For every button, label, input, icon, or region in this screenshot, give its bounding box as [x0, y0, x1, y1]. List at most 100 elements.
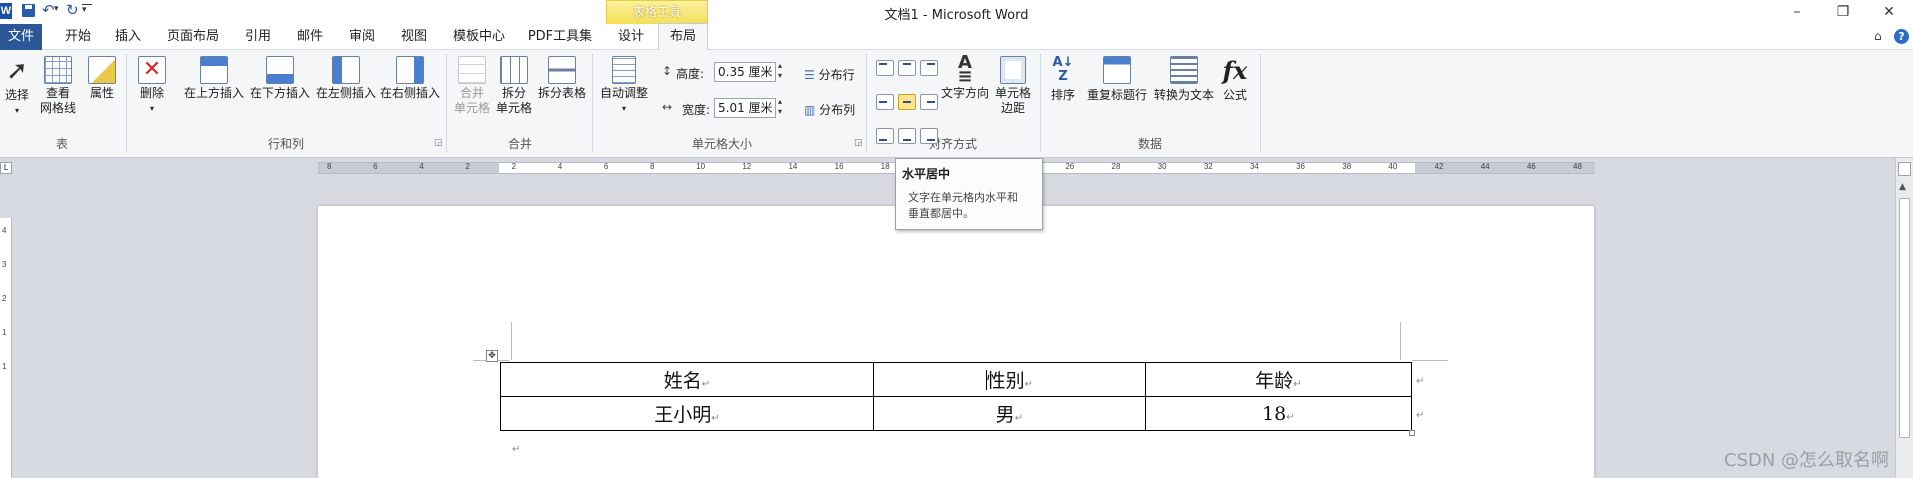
align-middle-right-button[interactable]	[920, 94, 938, 110]
ruler-tick-label: 14	[788, 162, 798, 171]
ruler-toggle-icon[interactable]: L	[0, 162, 12, 174]
vertical-ruler[interactable]: 4 3 2 1 1	[0, 218, 12, 478]
distribute-rows-icon: ☰	[804, 68, 815, 82]
ruler-tick-label: 28	[1111, 162, 1121, 171]
align-top-left-button[interactable]	[876, 60, 894, 76]
table-cell[interactable]: 男↵	[872, 396, 1146, 431]
scroll-thumb[interactable]	[1899, 198, 1910, 438]
insert-column-left-icon	[332, 56, 360, 84]
group-label-data: 数据	[1137, 137, 1162, 151]
tab-template-center[interactable]: 模板中心	[446, 24, 512, 50]
insert-right-button[interactable]: 在右侧插入	[378, 56, 442, 101]
repeat-header-rows-button[interactable]: 重复标题行	[1084, 56, 1150, 103]
properties-button[interactable]: 属性	[84, 56, 120, 101]
tab-pdf-tools[interactable]: PDF工具集	[522, 24, 598, 50]
tab-review[interactable]: 审阅	[340, 24, 384, 50]
align-middle-left-button[interactable]	[876, 94, 894, 110]
ruler-tick-label: 34	[1249, 162, 1259, 171]
watermark: CSDN @怎么取名啊	[1724, 450, 1890, 471]
dialog-launcher-icon[interactable]: ◲	[434, 138, 443, 148]
row-height-spinner-icon[interactable]: ▴ ▾	[778, 61, 782, 81]
paragraph-mark: ↵	[512, 444, 521, 455]
align-bottom-center-button[interactable]	[898, 128, 916, 144]
save-icon[interactable]	[22, 4, 35, 17]
align-bottom-left-button[interactable]	[876, 128, 894, 144]
insert-above-button[interactable]: 在上方插入	[182, 56, 246, 101]
view-ruler-icon[interactable]	[1898, 162, 1911, 176]
align-top-center-button[interactable]	[898, 60, 916, 76]
cursor-arrow-icon: ➚	[6, 56, 28, 86]
tab-view[interactable]: 视图	[392, 24, 436, 50]
customize-qat-icon[interactable]: ▾	[82, 4, 92, 15]
ribbon-layout: ➚ 选择 ▾ 查看 网格线 属性 表 ✕ 删除 ▾ 在上方插入 在下方插入 在左侧插入…	[0, 50, 1913, 158]
undo-dropdown-icon[interactable]: ▾	[54, 4, 59, 14]
ruler-tick-label: 1	[2, 328, 7, 337]
ruler-margin-left	[319, 163, 499, 173]
align-bottom-right-button[interactable]	[920, 128, 938, 144]
autofit-button[interactable]: 自动调整 ▾	[596, 56, 652, 116]
collapse-ribbon-icon[interactable]: ⌂	[1874, 29, 1882, 43]
split-table-icon	[548, 56, 576, 84]
separator	[126, 54, 127, 152]
width-label: 宽度:	[682, 103, 711, 117]
separator	[866, 54, 867, 152]
word-app-icon[interactable]: W	[0, 3, 12, 19]
column-width-spinner-icon[interactable]: ▴ ▾	[778, 97, 782, 117]
column-width-input[interactable]: 5.01 厘米	[714, 98, 776, 118]
cell-margins-button[interactable]: 单元格 边距	[992, 56, 1034, 116]
row-height-input[interactable]: 0.35 厘米	[714, 62, 776, 82]
tab-page-layout[interactable]: 页面布局	[160, 24, 226, 50]
align-top-left-icon	[879, 63, 887, 65]
ruler-tick-label: 46	[1526, 162, 1536, 171]
tab-layout[interactable]: 布局	[658, 23, 708, 51]
select-button[interactable]: ➚ 选择 ▾	[2, 56, 32, 118]
table-cell[interactable]: 18↵	[1144, 396, 1413, 431]
distribute-columns-button[interactable]: ▥ 分布列	[804, 101, 855, 118]
align-top-right-button[interactable]	[920, 60, 938, 76]
table-cell[interactable]: 姓名↵	[500, 362, 874, 397]
insert-left-button[interactable]: 在左侧插入	[314, 56, 378, 101]
column-width-icon: ↔	[662, 100, 673, 114]
table-cell[interactable]: 年龄↵	[1144, 362, 1413, 397]
restore-button[interactable]: ❐	[1820, 0, 1866, 24]
convert-to-text-icon	[1170, 56, 1198, 84]
distribute-rows-button[interactable]: ☰ 分布行	[804, 66, 855, 83]
tooltip: 水平居中 文字在单元格内水平和 垂直都居中。	[895, 158, 1043, 230]
tab-references[interactable]: 引用	[236, 24, 280, 50]
vertical-scrollbar[interactable]: ▲	[1895, 158, 1913, 478]
minimize-button[interactable]: –	[1774, 0, 1820, 24]
text-direction-button[interactable]: A ≡ 文字方向	[940, 54, 990, 101]
view-gridlines-button[interactable]: 查看 网格线	[36, 56, 80, 116]
align-middle-center-button[interactable]	[898, 94, 916, 110]
document-table[interactable]: 姓名↵ 性别↵ 年龄↵ 王小明↵ 男↵ 18↵	[500, 362, 1413, 431]
delete-button[interactable]: ✕ 删除 ▾	[134, 56, 170, 116]
help-icon[interactable]: ?	[1894, 29, 1909, 44]
undo-icon[interactable]: ↶	[42, 1, 55, 19]
tab-design[interactable]: 设计	[606, 24, 656, 50]
ruler-tick-label: 30	[1157, 162, 1167, 171]
table-move-handle[interactable]: ✥	[486, 350, 498, 362]
tab-file[interactable]: 文件	[0, 24, 42, 50]
table-tools-header: 表格工具	[606, 0, 708, 24]
sort-button[interactable]: A↓ Z 排序	[1046, 56, 1080, 103]
split-cells-button[interactable]: 拆分 单元格	[494, 56, 534, 116]
convert-to-text-button[interactable]: 转换为文本	[1152, 56, 1216, 103]
tab-home[interactable]: 开始	[56, 24, 100, 50]
table-cell[interactable]: 性别↵	[872, 362, 1146, 397]
scroll-up-icon[interactable]: ▲	[1899, 182, 1906, 192]
merge-cells-button[interactable]: 合并 单元格	[452, 56, 492, 116]
redo-icon[interactable]: ↻	[66, 1, 79, 19]
dialog-launcher-icon[interactable]: ◲	[854, 138, 863, 148]
insert-below-button[interactable]: 在下方插入	[248, 56, 312, 101]
tab-mailings[interactable]: 邮件	[288, 24, 332, 50]
table-resize-handle[interactable]	[1409, 430, 1415, 436]
document-page[interactable]	[318, 206, 1594, 478]
ruler-tick-label: 8	[650, 162, 655, 171]
table-cell[interactable]: 王小明↵	[500, 396, 874, 431]
close-button[interactable]: ✕	[1866, 0, 1912, 24]
split-table-button[interactable]: 拆分表格	[536, 56, 588, 101]
align-middle-right-icon	[927, 101, 935, 103]
formula-button[interactable]: fx 公式	[1218, 56, 1252, 103]
tab-insert[interactable]: 插入	[106, 24, 150, 50]
ruler-tick-label: 48	[1573, 162, 1582, 171]
